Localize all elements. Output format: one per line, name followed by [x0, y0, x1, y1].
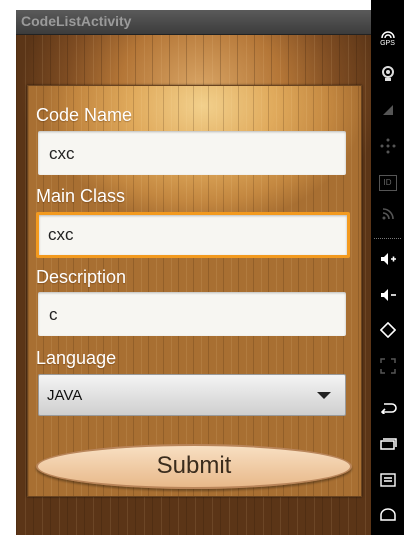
fullscreen-icon[interactable] — [371, 358, 404, 374]
description-value: c — [49, 305, 58, 324]
id-icon[interactable]: ID — [371, 175, 404, 191]
recent-apps-icon[interactable] — [371, 437, 404, 451]
battery-icon[interactable] — [371, 101, 404, 117]
volume-up-icon[interactable] — [371, 252, 404, 266]
language-selected-value: JAVA — [47, 387, 83, 404]
code-name-field[interactable]: cxc — [38, 131, 346, 175]
dropdown-arrow-icon — [317, 392, 331, 399]
submit-label: Submit — [156, 452, 232, 479]
id-label: ID — [378, 175, 397, 191]
main-class-value: cxc — [48, 225, 74, 244]
language-label: Language — [36, 348, 117, 368]
home-icon[interactable] — [371, 508, 404, 522]
language-spinner[interactable]: JAVA — [38, 374, 346, 416]
app-title: CodeListActivity — [21, 13, 132, 29]
rss-icon[interactable] — [371, 207, 404, 221]
code-name-value: cxc — [49, 144, 75, 163]
dpad-icon[interactable] — [371, 138, 404, 154]
menu-icon[interactable] — [371, 473, 404, 487]
main-class-field[interactable]: cxc — [36, 212, 350, 258]
title-bar: CodeListActivity — [16, 10, 371, 35]
gps-icon[interactable]: GPS — [371, 30, 404, 52]
description-field[interactable]: c — [38, 292, 346, 336]
description-label: Description — [36, 267, 127, 287]
sidebar-divider — [374, 238, 401, 239]
gps-label: GPS — [380, 40, 395, 47]
main-class-label: Main Class — [36, 186, 126, 206]
device-screen: CodeListActivity Code Name cxc Main Clas… — [16, 10, 371, 535]
emulator-sidebar: GPS ID — [371, 0, 404, 535]
camera-icon[interactable] — [371, 66, 404, 82]
volume-down-icon[interactable] — [371, 288, 404, 302]
form-panel: Code Name cxc Main Class cxc Description… — [27, 85, 362, 497]
back-icon[interactable] — [371, 402, 404, 414]
code-name-label: Code Name — [36, 105, 133, 125]
rotate-icon[interactable] — [371, 322, 404, 338]
submit-button[interactable]: Submit — [36, 444, 352, 489]
